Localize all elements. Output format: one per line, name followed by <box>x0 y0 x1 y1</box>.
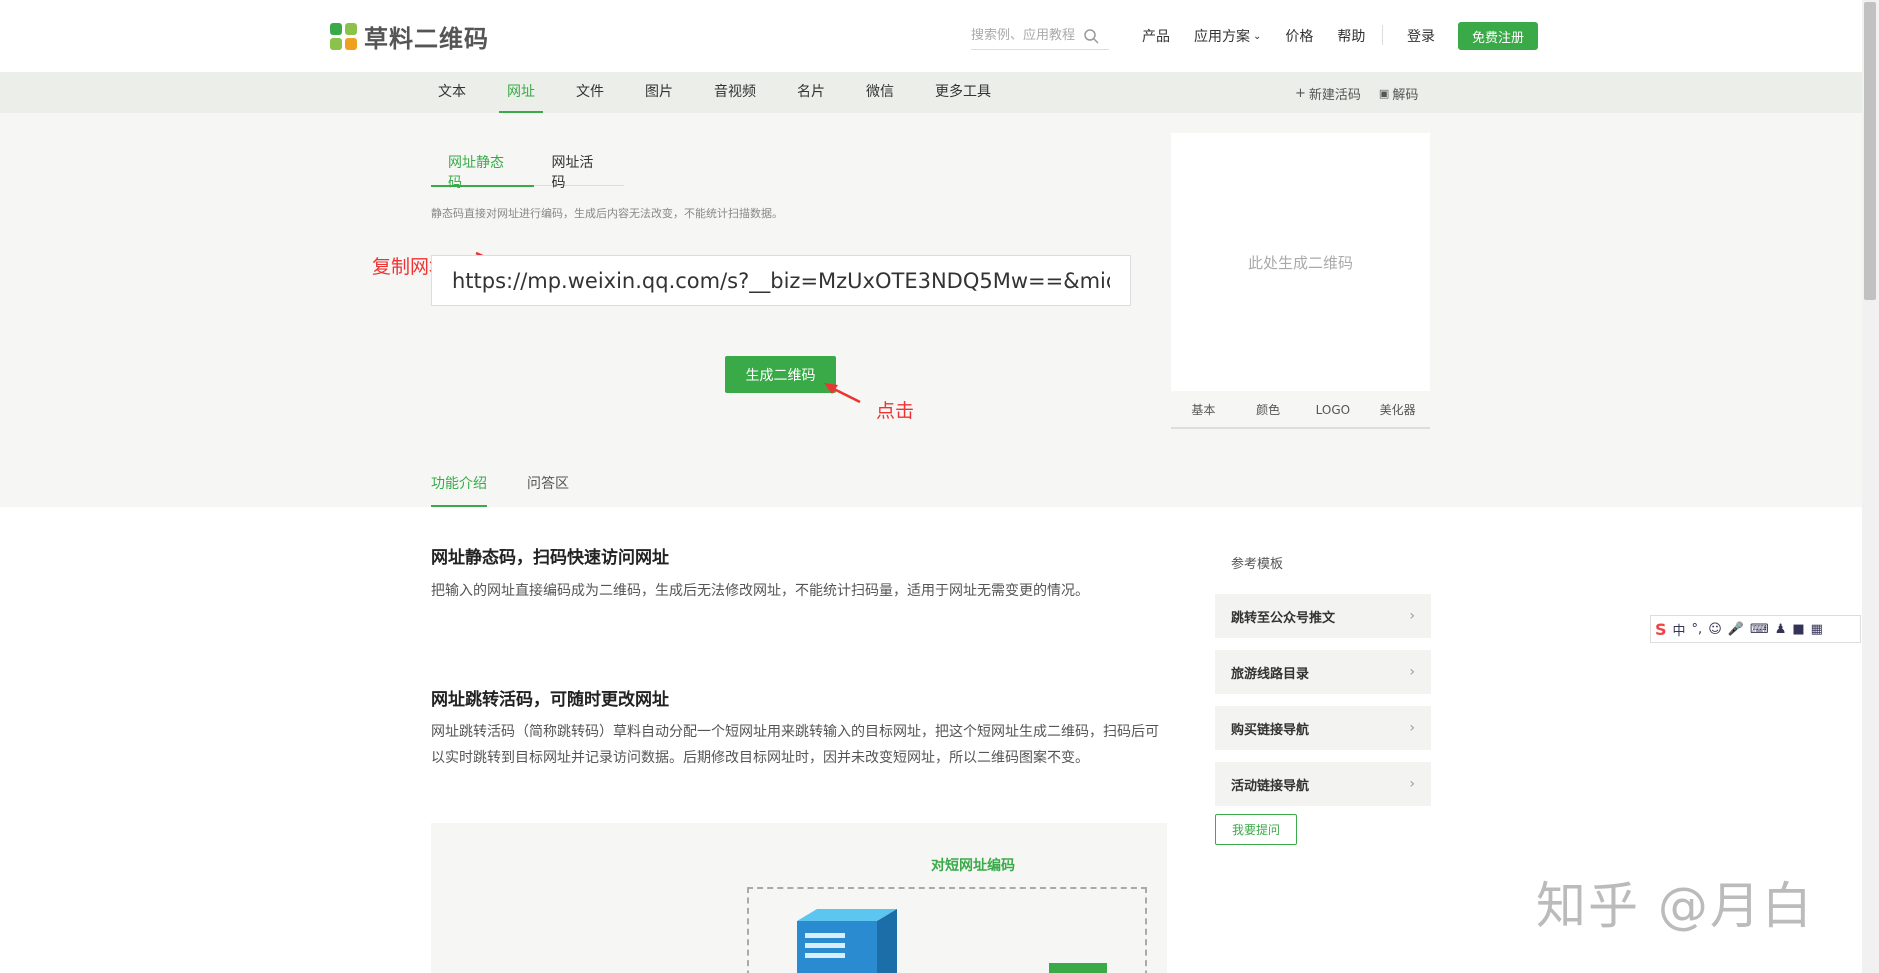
ime-mode[interactable]: 中 <box>1673 620 1686 639</box>
illustration: 对短网址编码 <box>431 823 1167 973</box>
scrollbar-thumb[interactable] <box>1864 2 1876 300</box>
url-input[interactable] <box>431 255 1131 306</box>
tab-qa[interactable]: 问答区 <box>527 473 569 507</box>
search-box <box>971 22 1109 50</box>
tab-feature-intro[interactable]: 功能介绍 <box>431 473 487 507</box>
top-nav: 产品 应用方案 ⌄ 价格 帮助 <box>1142 26 1389 46</box>
illustration-green-block <box>1049 963 1107 973</box>
qr-preview-panel: 此处生成二维码 <box>1171 133 1430 391</box>
qr-tab-color[interactable]: 颜色 <box>1236 391 1301 427</box>
tab-card[interactable]: 名片 <box>789 72 833 113</box>
illustration-label: 对短网址编码 <box>931 858 1015 874</box>
logo-icon <box>330 22 358 51</box>
grid-icon[interactable]: ▦ <box>1811 622 1823 637</box>
generator-area: 网址静态码 网址活码 静态码直接对网址进行编码，生成后内容无法改变，不能统计扫描… <box>0 113 1862 507</box>
plus-icon: + <box>1295 86 1306 101</box>
user-icon[interactable]: ♟ <box>1775 622 1787 637</box>
template-item-label: 活动链接导航 <box>1231 778 1310 794</box>
watermark: 知乎 @月白 <box>1536 877 1814 935</box>
tab-text[interactable]: 文本 <box>430 72 474 113</box>
static-code-hint: 静态码直接对网址进行编码，生成后内容无法改变，不能统计扫描数据。 <box>431 207 783 220</box>
annotation-click: 点击 <box>876 400 915 422</box>
section-body-static: 把输入的网址直接编码成为二维码，生成后无法修改网址，不能统计扫码量，适用于网址无… <box>431 583 1089 599</box>
tab-static-url-code[interactable]: 网址静态码 <box>431 153 535 191</box>
template-item-label: 旅游线路目录 <box>1231 666 1310 682</box>
chevron-down-icon: ⌄ <box>1253 30 1262 42</box>
tab-wechat[interactable]: 微信 <box>858 72 902 113</box>
template-item-label: 购买链接导航 <box>1231 722 1310 738</box>
tab-url[interactable]: 网址 <box>499 72 543 113</box>
nav-price[interactable]: 价格 <box>1285 26 1313 46</box>
nav-product[interactable]: 产品 <box>1142 26 1170 46</box>
qr-style-tabs: 基本 颜色 LOGO 美化器 <box>1171 391 1430 429</box>
reference-title: 参考模板 <box>1231 557 1284 572</box>
tab-live-url-code[interactable]: 网址活码 <box>534 153 624 191</box>
ime-toolbar[interactable]: S 中 °, ☺ 🎤 ⌨ ♟ ■ ▦ <box>1650 615 1861 643</box>
qr-placeholder-text: 此处生成二维码 <box>1247 253 1353 272</box>
top-bar: 草料二维码 产品 应用方案⌄ 价格 帮助 登录 免费注册 <box>0 0 1862 72</box>
new-live-code-label: 新建活码 <box>1308 88 1361 103</box>
logo[interactable]: 草料二维码 <box>330 19 489 54</box>
register-button[interactable]: 免费注册 <box>1458 22 1538 50</box>
ask-question-button[interactable]: 我要提问 <box>1215 814 1297 845</box>
tab-file[interactable]: 文件 <box>568 72 612 113</box>
login-link[interactable]: 登录 <box>1407 26 1435 46</box>
tab-video[interactable]: 音视频 <box>706 72 764 113</box>
search-input[interactable] <box>971 28 1083 43</box>
template-item[interactable]: 跳转至公众号推文 › <box>1215 594 1431 638</box>
generate-qr-button[interactable]: 生成二维码 <box>725 356 836 393</box>
brand-name: 草料二维码 <box>364 25 489 53</box>
reference-templates: 参考模板 跳转至公众号推文 › 旅游线路目录 › 购买链接导航 › 活动链接导航 › <box>1215 548 1431 806</box>
scan-icon: ▣ <box>1378 87 1390 100</box>
chevron-right-icon: › <box>1409 608 1415 624</box>
tab-more-tools[interactable]: 更多工具 <box>927 72 999 113</box>
nav-solutions-label: 应用方案 <box>1194 29 1250 45</box>
template-item[interactable]: 活动链接导航 › <box>1215 762 1431 806</box>
section-title-live: 网址跳转活码，可随时更改网址 <box>431 690 669 710</box>
template-item-label: 跳转至公众号推文 <box>1231 610 1336 626</box>
nav-help[interactable]: 帮助 <box>1337 26 1365 46</box>
tab-image[interactable]: 图片 <box>637 72 681 113</box>
chevron-right-icon: › <box>1409 776 1415 792</box>
qr-tab-beautifier[interactable]: 美化器 <box>1365 391 1430 427</box>
decode-label: 解码 <box>1392 88 1419 103</box>
code-type-tabs: 网址静态码 网址活码 <box>431 153 624 191</box>
chevron-right-icon: › <box>1409 720 1415 736</box>
keyboard-icon[interactable]: ⌨ <box>1750 622 1769 637</box>
qr-tab-basic[interactable]: 基本 <box>1171 391 1236 427</box>
microphone-icon[interactable]: 🎤 <box>1728 622 1744 637</box>
template-item[interactable]: 购买链接导航 › <box>1215 706 1431 750</box>
section-title-static: 网址静态码，扫码快速访问网址 <box>431 548 669 568</box>
nav-solutions[interactable]: 应用方案 ⌄ <box>1194 26 1261 46</box>
category-nav: 文本 网址 文件 图片 音视频 名片 微信 更多工具 + 新建活码 ▣ 解码 <box>0 72 1862 113</box>
decode-link[interactable]: ▣ 解码 <box>1379 84 1418 103</box>
search-icon[interactable] <box>1083 28 1099 44</box>
skin-icon[interactable]: ■ <box>1792 622 1804 637</box>
emoji-icon[interactable]: ☺ <box>1708 622 1722 637</box>
annotation-arrow-icon <box>824 383 861 404</box>
intro-tabs: 功能介绍 问答区 <box>431 473 609 507</box>
new-live-code-link[interactable]: + 新建活码 <box>1295 84 1361 103</box>
server-icon <box>797 909 897 973</box>
template-item[interactable]: 旅游线路目录 › <box>1215 650 1431 694</box>
chevron-right-icon: › <box>1409 664 1415 680</box>
qr-tab-logo[interactable]: LOGO <box>1301 391 1366 427</box>
punctuation-icon[interactable]: °, <box>1692 622 1703 637</box>
section-body-live: 网址跳转活码（简称跳转码）草料自动分配一个短网址用来跳转输入的目标网址，把这个短… <box>431 724 1159 766</box>
sogou-logo-icon: S <box>1655 619 1667 639</box>
divider <box>1382 25 1383 45</box>
